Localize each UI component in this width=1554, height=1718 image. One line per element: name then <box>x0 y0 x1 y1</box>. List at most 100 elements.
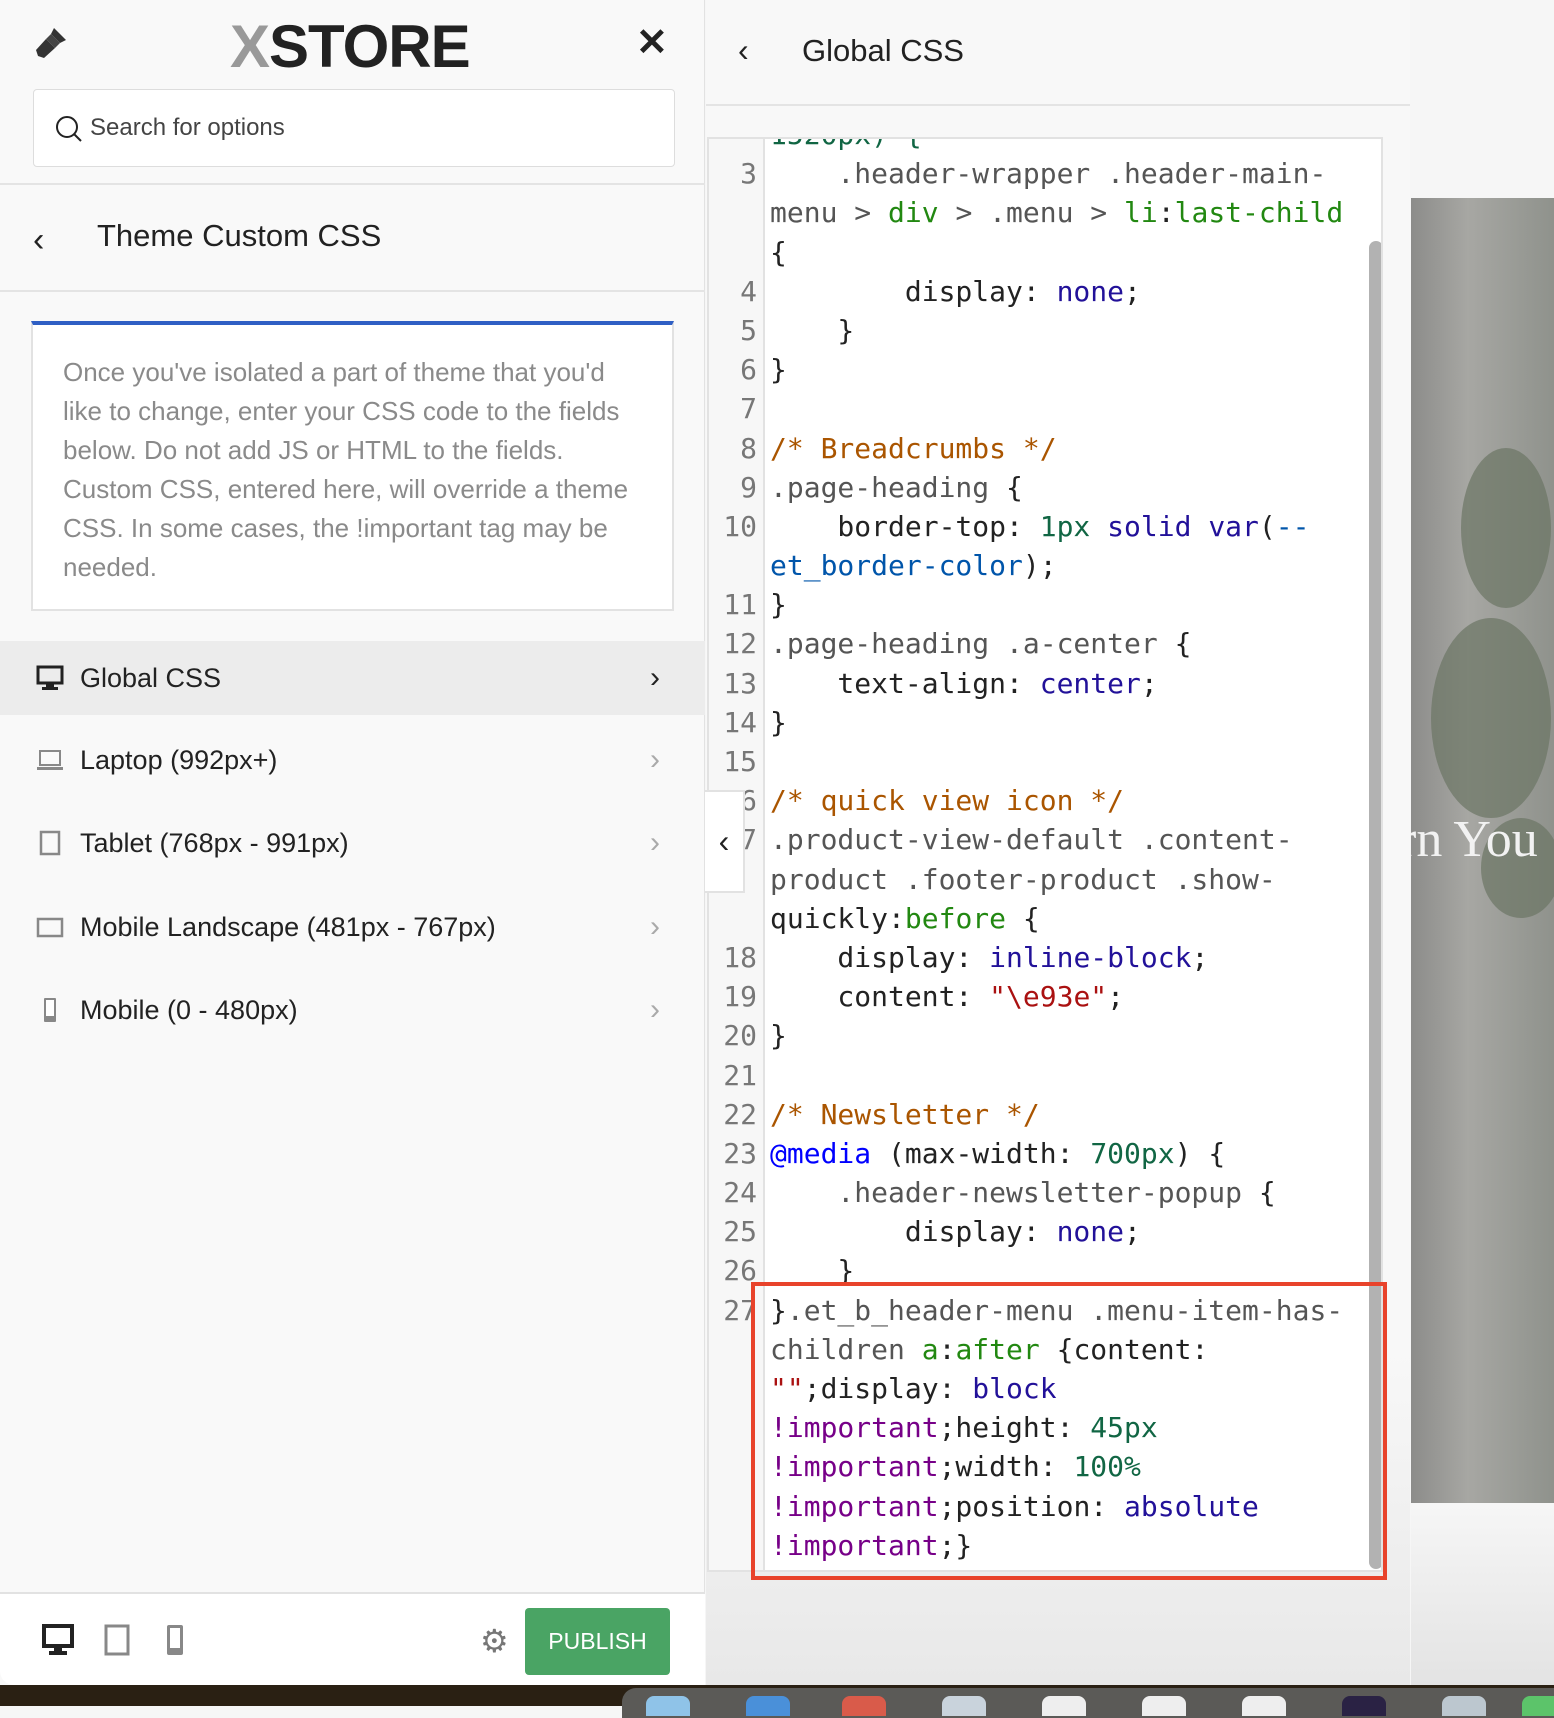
code-line: { <box>709 233 1359 272</box>
divider <box>0 290 705 292</box>
line-code: et_border-color); <box>770 546 1057 585</box>
menu-item-label: Tablet (768px - 991px) <box>80 827 349 858</box>
line-number: 18 <box>723 940 757 974</box>
code-token: (max-width: <box>871 1136 1091 1170</box>
line-code: 1520px) { <box>770 139 922 154</box>
code-token: border-top: <box>770 509 1040 543</box>
line-number: 14 <box>723 705 757 739</box>
code-token: center <box>1039 666 1141 700</box>
code-token: none <box>1056 274 1125 308</box>
code-token: quickly <box>770 901 889 935</box>
close-icon[interactable]: ✕ <box>636 20 668 65</box>
code-line: 15 <box>709 742 1359 781</box>
code-token: .product-view-default .content- <box>770 823 1293 857</box>
laptop-icon <box>37 750 63 770</box>
line-code: } <box>770 585 787 624</box>
line-number: 13 <box>723 666 757 700</box>
code-token: /* quick view icon */ <box>770 784 1125 818</box>
menu-item-label: Mobile (0 - 480px) <box>80 994 298 1025</box>
code-token: ; <box>1191 940 1209 974</box>
line-code: display: inline-block; <box>770 938 1208 977</box>
line-number: 5 <box>740 313 757 347</box>
back-chevron-icon[interactable]: ‹ <box>33 221 44 260</box>
highlight-annotation-box <box>751 1282 1387 1580</box>
publish-button[interactable]: PUBLISH <box>525 1608 670 1675</box>
code-token: { <box>770 235 787 269</box>
code-token: li <box>1124 196 1158 230</box>
line-code: text-align: center; <box>770 664 1158 703</box>
code-token: : <box>888 901 905 935</box>
line-code: } <box>770 350 787 389</box>
customizer-sidebar: XSTORE ✕ ‹ Theme Custom CSS Once you've … <box>0 0 705 1685</box>
code-token: ( <box>1258 509 1276 543</box>
menu-item-mobile-landscape[interactable]: Mobile Landscape (481px - 767px) › <box>0 890 705 964</box>
code-token: .page-heading <box>770 470 1007 504</box>
code-token: menu > <box>770 196 889 230</box>
menu-item-laptop[interactable]: Laptop (992px+) › <box>0 723 705 797</box>
back-chevron-icon[interactable]: ‹ <box>738 32 749 69</box>
line-number: 15 <box>723 745 757 778</box>
code-token: none <box>1056 1215 1125 1249</box>
chevron-right-icon: › <box>650 826 660 859</box>
code-token: -- <box>1275 509 1310 543</box>
tablet-preview-icon[interactable] <box>104 1624 130 1656</box>
line-code: .header-newsletter-popup { <box>770 1173 1275 1212</box>
line-code: } <box>770 1016 787 1055</box>
code-line: 25 display: none; <box>709 1212 1359 1251</box>
mobile-preview-icon[interactable] <box>166 1624 184 1656</box>
menu-item-global-css[interactable]: Global CSS › <box>0 641 705 715</box>
code-line: 21 <box>709 1056 1359 1095</box>
line-number: 21 <box>723 1058 757 1092</box>
code-token: @media <box>770 1136 872 1170</box>
line-number: 7 <box>740 392 757 426</box>
menu-item-label: Laptop (992px+) <box>80 744 278 775</box>
line-code: .header-wrapper .header-main- <box>770 154 1326 193</box>
code-token: ); <box>1022 549 1057 583</box>
code-line: 5 } <box>709 311 1359 350</box>
chevron-left-icon: ‹ <box>718 823 730 859</box>
code-token: before <box>904 901 1007 935</box>
code-token: ) { <box>1174 1136 1226 1170</box>
menu-item-mobile[interactable]: Mobile (0 - 480px) › <box>0 973 705 1047</box>
line-code: { <box>770 233 787 272</box>
code-line: 18 display: inline-block; <box>709 938 1359 977</box>
line-code: } <box>770 311 854 350</box>
line-code: content: "\e93e"; <box>770 977 1124 1016</box>
line-number: 19 <box>723 980 757 1014</box>
line-number: 20 <box>723 1019 757 1053</box>
line-number: 3 <box>740 157 757 191</box>
code-token: div <box>888 196 939 230</box>
code-token: product .footer-product .show- <box>770 862 1276 896</box>
code-token: } <box>770 1019 787 1053</box>
panel-title: Global CSS <box>802 33 964 68</box>
search-input[interactable] <box>90 110 650 146</box>
code-token: ; <box>1140 666 1158 700</box>
code-line: 3 .header-wrapper .header-main- <box>709 154 1359 193</box>
code-token: .header-wrapper .header-main- <box>770 157 1327 191</box>
menu-item-tablet[interactable]: Tablet (768px - 991px) › <box>0 806 705 880</box>
code-line: 8 /* Breadcrumbs */ <box>709 429 1359 468</box>
code-token: display: <box>770 274 1057 308</box>
line-code: /* Breadcrumbs */ <box>770 429 1057 468</box>
code-line: 12 .page-heading .a-center { <box>709 624 1359 663</box>
line-number: 25 <box>723 1215 757 1249</box>
code-line: 17.product-view-default .content- <box>709 820 1359 859</box>
paintbrush-icon[interactable] <box>34 26 68 60</box>
line-code: @media (max-width: 700px) { <box>770 1134 1225 1173</box>
tablet-icon <box>39 830 61 856</box>
code-token: 1520px) { <box>770 139 922 151</box>
code-line: menu > div > .menu > li:last-child <box>709 193 1359 232</box>
search-icon <box>56 116 82 142</box>
line-code: } <box>770 703 787 742</box>
code-token: 700px <box>1090 1136 1175 1170</box>
line-code: border-top: 1px solid var(-- <box>770 507 1309 546</box>
chevron-right-icon: › <box>650 743 660 776</box>
gear-icon[interactable]: ⚙ <box>480 1622 509 1660</box>
menu-item-label: Mobile Landscape (481px - 767px) <box>80 911 496 942</box>
collapse-panel-button[interactable]: ‹ <box>705 790 745 893</box>
desktop-icon <box>36 665 64 690</box>
desktop-preview-icon[interactable] <box>42 1624 74 1656</box>
code-line: 4 display: none; <box>709 272 1359 311</box>
divider <box>706 104 1410 106</box>
line-number: 4 <box>740 274 757 308</box>
